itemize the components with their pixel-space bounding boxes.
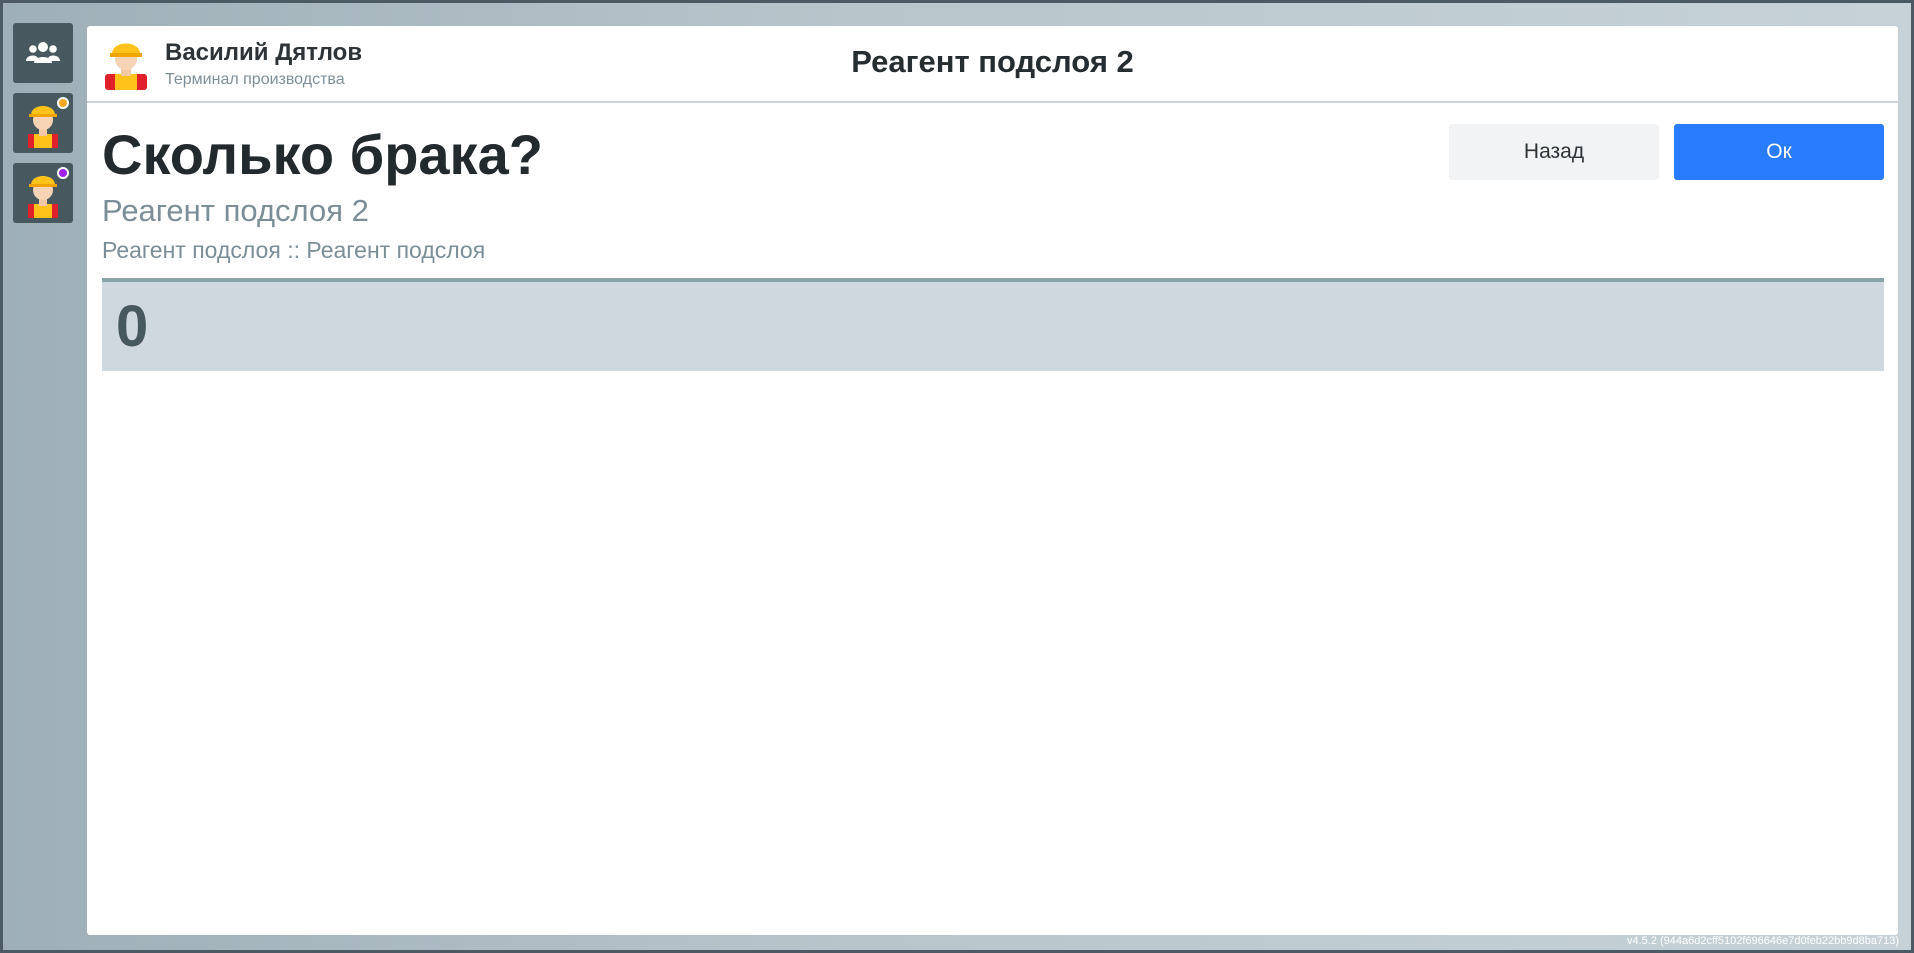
status-dot	[57, 167, 69, 179]
page-title: Реагент подслоя 2	[851, 44, 1134, 79]
sidebar-item-worker-1[interactable]	[13, 93, 73, 153]
sidebar-item-worker-2[interactable]	[13, 163, 73, 223]
item-subtitle: Реагент подслоя 2	[102, 193, 369, 228]
sidebar	[13, 23, 77, 233]
status-dot	[57, 97, 69, 109]
quantity-input[interactable]: 0	[102, 278, 1884, 371]
version-label: v4.5.2 (944a6d2cff5102f696646e7d0feb22bb…	[1627, 935, 1899, 947]
ok-button[interactable]: Ок	[1674, 124, 1884, 180]
back-button[interactable]: Назад	[1449, 124, 1659, 180]
main-panel: Василий Дятлов Терминал производства Реа…	[87, 26, 1898, 935]
quantity-value: 0	[116, 294, 149, 359]
users-group-icon	[26, 42, 60, 63]
item-path: Реагент подслоя :: Реагент подслоя	[102, 237, 486, 263]
content: Сколько брака? Реагент подслоя 2 Реагент…	[102, 103, 1884, 371]
header: Василий Дятлов Терминал производства Реа…	[87, 26, 1898, 103]
sidebar-item-users[interactable]	[13, 23, 73, 83]
